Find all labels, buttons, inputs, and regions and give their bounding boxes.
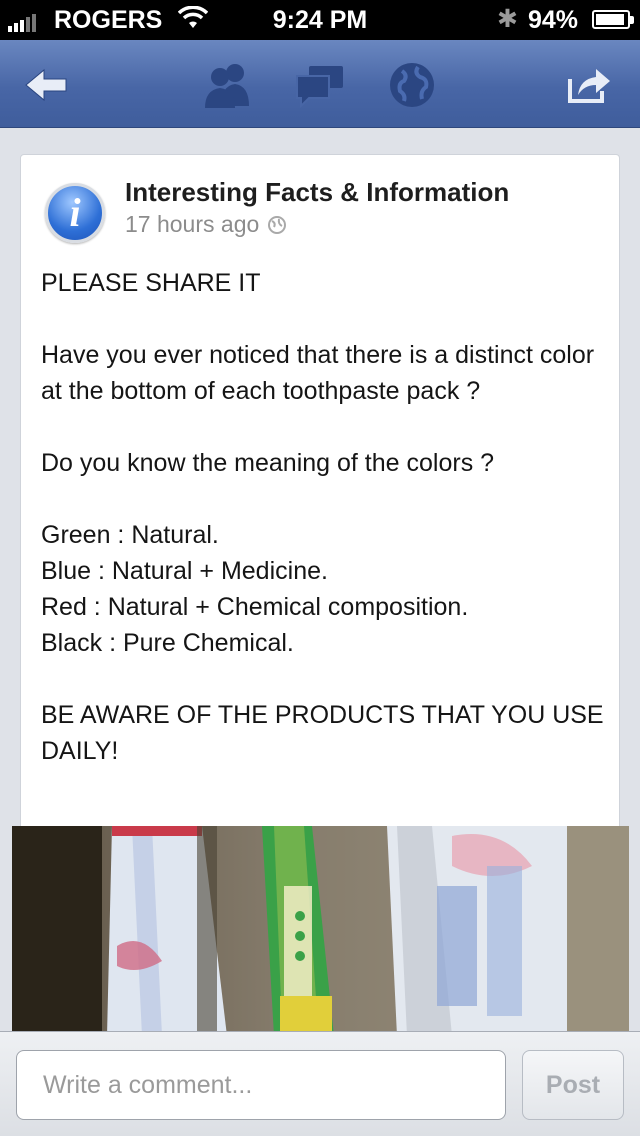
post-card: i Interesting Facts & Information 17 hou… (20, 154, 620, 854)
share-button[interactable] (560, 60, 616, 110)
back-arrow-icon (25, 68, 67, 102)
post-paragraph: Have you ever noticed that there is a di… (41, 341, 595, 405)
post-paragraph: PLEASE SHARE IT (41, 269, 261, 297)
post-paragraph: BE AWARE OF THE PRODUCTS THAT YOU USE DA… (41, 701, 604, 765)
messages-button[interactable] (292, 60, 348, 110)
bluetooth-icon: ✱ (497, 5, 518, 33)
post-timestamp[interactable]: 17 hours ago (125, 211, 259, 238)
nav-bar (0, 40, 640, 128)
friend-requests-button[interactable] (200, 60, 256, 110)
page-avatar[interactable]: i (45, 183, 105, 243)
comment-composer: Write a comment... Post (0, 1031, 640, 1136)
notifications-button[interactable] (384, 60, 440, 110)
post-paragraph: Do you know the meaning of the colors ? (41, 449, 495, 477)
globe-icon (268, 215, 287, 234)
battery-icon (592, 10, 634, 29)
post-paragraph: Green : Natural. Blue : Natural + Medici… (41, 521, 469, 657)
post-meta: 17 hours ago (125, 211, 287, 238)
page-name-link[interactable]: Interesting Facts & Information (125, 177, 509, 208)
status-bar: ROGERS 9:24 PM ✱ 94% (0, 0, 640, 40)
toothpaste-photo-image (12, 826, 629, 1036)
messages-icon (296, 66, 343, 108)
post-body: PLEASE SHARE IT Have you ever noticed th… (41, 265, 611, 805)
post-photo[interactable] (12, 826, 629, 1036)
comment-input[interactable]: Write a comment... (16, 1050, 506, 1120)
friends-icon (205, 64, 249, 108)
share-icon (568, 69, 610, 103)
post-comment-button[interactable]: Post (522, 1050, 624, 1120)
back-button[interactable] (18, 60, 74, 110)
battery-percent: 94% (528, 6, 579, 34)
globe-notifications-icon (390, 63, 434, 107)
